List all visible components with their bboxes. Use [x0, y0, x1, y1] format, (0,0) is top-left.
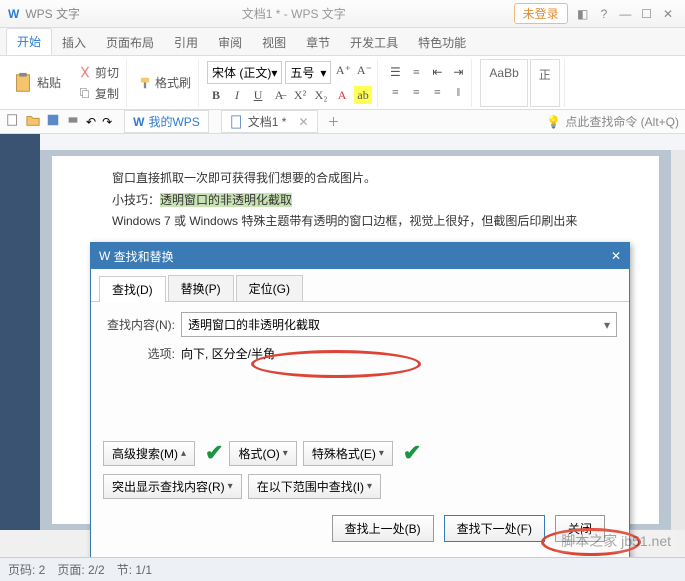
tab-section[interactable]: 章节 [296, 30, 340, 55]
window-controls: ◧ ? — ☐ ✕ [574, 7, 677, 21]
special-format-button[interactable]: 特殊格式(E)▾ [303, 441, 393, 466]
align-right-icon[interactable]: ≡ [428, 84, 446, 102]
tab-devtools[interactable]: 开发工具 [340, 30, 408, 55]
numbering-icon[interactable]: ≡ [407, 64, 425, 82]
skin-icon[interactable]: ◧ [574, 7, 592, 21]
copy-button[interactable]: 复制 [75, 84, 122, 103]
shrink-font-icon[interactable]: A⁻ [355, 61, 373, 79]
checkmark-icon: ✔ [205, 440, 223, 466]
advanced-search-button[interactable]: 高级搜索(M)▴ [103, 441, 195, 466]
vertical-ruler[interactable] [0, 150, 40, 530]
app-name: WPS 文字 [25, 5, 80, 22]
bold-button[interactable]: B [207, 86, 225, 104]
add-tab-icon[interactable]: ＋ [328, 113, 340, 130]
indent-dec-icon[interactable]: ⇤ [428, 64, 446, 82]
maximize-icon[interactable]: ☐ [638, 7, 656, 21]
grow-font-icon[interactable]: A⁺ [334, 61, 352, 79]
document-title: 文档1 * - WPS 文字 [80, 5, 508, 22]
highlighted-text: 透明窗口的非透明化截取 [160, 193, 292, 207]
title-bar: W WPS 文字 文档1 * - WPS 文字 未登录 ◧ ? — ☐ ✕ [0, 0, 685, 28]
find-content-input[interactable]: 透明窗口的非透明化截取▾ [181, 312, 617, 337]
minimize-icon[interactable]: — [616, 7, 634, 21]
body-text: Windows 7 或 Windows 特殊主题带有透明的窗口边框，视觉上很好，… [112, 211, 599, 233]
body-text: 窗口直接抓取一次即可获得我们想要的合成图片。 [112, 168, 599, 190]
tab-replace[interactable]: 替换(P) [168, 275, 234, 301]
tab-layout[interactable]: 页面布局 [96, 30, 164, 55]
app-logo-icon: W [8, 7, 19, 21]
quick-access-bar: ↶ ↷ W我的WPS 文档1 *✕ ＋ 💡点此查找命令 (Alt+Q) [0, 110, 685, 134]
tab-goto[interactable]: 定位(G) [236, 275, 303, 301]
print-icon[interactable] [66, 113, 80, 130]
superscript-button[interactable]: X² [291, 86, 309, 104]
highlight-button[interactable]: ab [354, 86, 372, 104]
status-bar: 页码: 2 页面: 2/2 节: 1/1 [0, 557, 685, 581]
tab-reference[interactable]: 引用 [164, 30, 208, 55]
search-scope-button[interactable]: 在以下范围中查找(I)▾ [248, 474, 381, 499]
command-search[interactable]: 💡点此查找命令 (Alt+Q) [546, 113, 679, 130]
bullets-icon[interactable]: ☰ [386, 64, 404, 82]
chevron-down-icon: ▾ [604, 318, 610, 332]
format-painter-button[interactable]: 格式刷 [135, 73, 194, 92]
status-pages[interactable]: 页面: 2/2 [57, 561, 104, 578]
document-tab[interactable]: 文档1 *✕ [221, 110, 318, 133]
tab-find[interactable]: 查找(D) [99, 276, 166, 302]
watermark: 脚本之家 jb51.net [555, 529, 677, 553]
align-center-icon[interactable]: ≡ [407, 84, 425, 102]
italic-button[interactable]: I [228, 86, 246, 104]
style-heading[interactable]: 正 [530, 59, 560, 107]
tab-review[interactable]: 审阅 [208, 30, 252, 55]
highlight-results-button[interactable]: 突出显示查找内容(R)▾ [103, 474, 242, 499]
tab-insert[interactable]: 插入 [52, 30, 96, 55]
checkmark-icon: ✔ [403, 440, 421, 466]
format-button[interactable]: 格式(O)▾ [229, 441, 296, 466]
tip-label: 小技巧： [112, 193, 160, 207]
save-icon[interactable] [46, 113, 60, 130]
find-content-label: 查找内容(N): [103, 316, 175, 333]
indent-inc-icon[interactable]: ⇥ [449, 64, 467, 82]
tab-close-icon[interactable]: ✕ [298, 115, 308, 129]
horizontal-ruler[interactable] [0, 134, 685, 150]
wps-home-tab[interactable]: W我的WPS [124, 110, 209, 133]
ribbon: 粘贴 剪切 复制 格式刷 宋体 (正文)▾ 五号▾ A⁺ A⁻ B I U A̶… [0, 56, 685, 110]
dialog-titlebar[interactable]: W 查找和替换 ✕ [91, 243, 629, 269]
options-value: 向下, 区分全/半角 [181, 345, 275, 362]
find-next-button[interactable]: 查找下一处(F) [444, 515, 545, 542]
cut-button[interactable]: 剪切 [75, 63, 122, 82]
tab-features[interactable]: 特色功能 [408, 30, 476, 55]
vertical-scrollbar[interactable] [671, 150, 685, 530]
tab-view[interactable]: 视图 [252, 30, 296, 55]
login-badge[interactable]: 未登录 [514, 3, 568, 24]
line-spacing-icon[interactable]: ‖ [449, 84, 467, 102]
dialog-title: 查找和替换 [114, 248, 174, 265]
font-size-select[interactable]: 五号▾ [285, 61, 331, 84]
subscript-button[interactable]: X₂ [312, 86, 330, 104]
ribbon-tabs: 开始 插入 页面布局 引用 审阅 视图 章节 开发工具 特色功能 [0, 28, 685, 56]
find-replace-dialog: W 查找和替换 ✕ 查找(D) 替换(P) 定位(G) 查找内容(N): 透明窗… [90, 242, 630, 561]
align-left-icon[interactable]: ≡ [386, 84, 404, 102]
find-prev-button[interactable]: 查找上一处(B) [332, 515, 434, 542]
status-section[interactable]: 节: 1/1 [117, 561, 152, 578]
strike-button[interactable]: A̶ [270, 86, 288, 104]
font-color-button[interactable]: A [333, 86, 351, 104]
redo-icon[interactable]: ↷ [102, 115, 112, 129]
open-icon[interactable] [26, 113, 40, 130]
underline-button[interactable]: U [249, 86, 267, 104]
help-icon[interactable]: ? [595, 7, 613, 21]
style-normal[interactable]: AaBb [480, 59, 527, 107]
new-icon[interactable] [6, 113, 20, 130]
font-family-select[interactable]: 宋体 (正文)▾ [207, 61, 282, 84]
options-label: 选项: [103, 345, 175, 362]
dialog-icon: W [99, 249, 110, 263]
dialog-close-icon[interactable]: ✕ [611, 249, 621, 263]
status-page[interactable]: 页码: 2 [8, 561, 45, 578]
undo-icon[interactable]: ↶ [86, 115, 96, 129]
paste-button[interactable]: 粘贴 [6, 72, 67, 94]
dialog-tabs: 查找(D) 替换(P) 定位(G) [91, 269, 629, 302]
close-icon[interactable]: ✕ [659, 7, 677, 21]
tab-start[interactable]: 开始 [6, 28, 52, 55]
